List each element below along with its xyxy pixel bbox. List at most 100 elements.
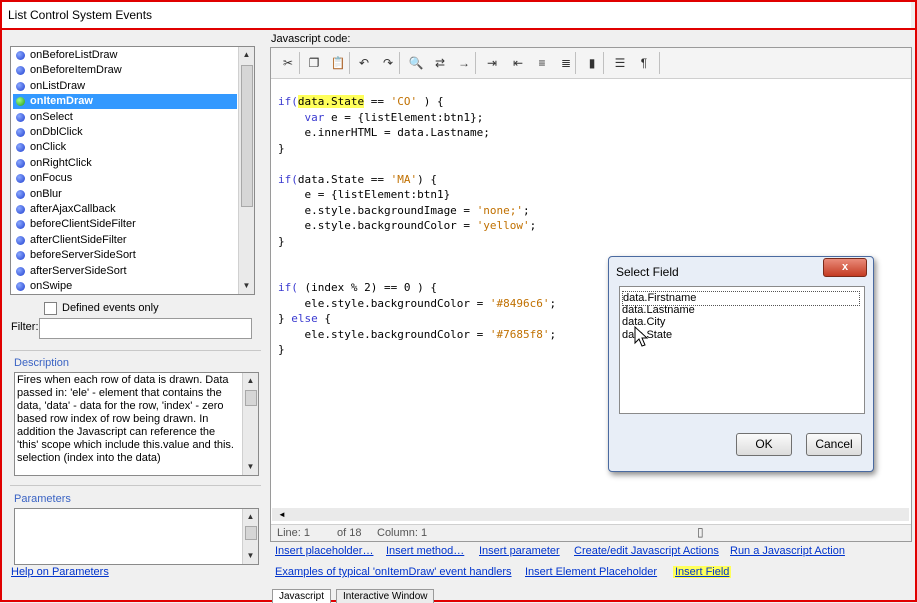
action-link[interactable]: Insert placeholder…: [275, 545, 373, 557]
bookmark-icon[interactable]: ▮: [583, 54, 601, 72]
scroll-left-icon[interactable]: ◄: [278, 508, 286, 521]
undo-icon[interactable]: ↶: [355, 54, 373, 72]
event-item[interactable]: onBeforeListDraw: [13, 48, 237, 63]
event-item-label: onItemDraw: [30, 95, 93, 108]
scroll-thumb[interactable]: [241, 65, 253, 207]
event-item-label: onClick: [30, 141, 67, 154]
code-token: e = {listElement:btn1};: [324, 110, 484, 124]
action-link[interactable]: Insert method…: [386, 545, 464, 557]
event-item-label: beforeClientSideFilter: [30, 218, 136, 231]
description-divider: [10, 350, 261, 351]
event-icon: [16, 266, 25, 276]
parameters-scrollbar[interactable]: ▲ ▼: [242, 509, 258, 564]
code-line: if(data.State == 'CO' ) {: [278, 94, 444, 109]
scroll-up-icon[interactable]: ▲: [243, 373, 258, 388]
event-item[interactable]: onClick: [13, 140, 237, 155]
filter-input[interactable]: [39, 318, 252, 339]
paste-icon[interactable]: 📋: [329, 54, 347, 72]
event-item[interactable]: onFocus: [13, 171, 237, 186]
event-item[interactable]: beforeClientSideFilter: [13, 217, 237, 232]
goto-icon[interactable]: →: [455, 54, 473, 72]
dialog-title: Select Field: [616, 265, 679, 279]
event-item[interactable]: onDblClick: [13, 125, 237, 140]
code-line: }: [278, 342, 285, 357]
field-item[interactable]: data.Lastname: [622, 304, 695, 317]
code-line: e.style.backgroundImage = 'none;';: [278, 203, 530, 218]
event-list[interactable]: ▲ ▼ onBeforeListDraw onBeforeItemDraw onLi…: [10, 46, 255, 295]
action-link[interactable]: Insert parameter: [479, 545, 560, 557]
parameters-box[interactable]: ▲ ▼: [14, 508, 259, 565]
mouse-pointer-icon: [634, 325, 649, 347]
editor-tab[interactable]: Javascript: [272, 589, 332, 603]
code-token: '#7685f8': [489, 327, 550, 341]
event-item-label: onListDraw: [30, 79, 86, 92]
description-scrollbar[interactable]: ▲ ▼: [242, 373, 258, 475]
horizontal-scrollbar[interactable]: ◄: [272, 508, 909, 521]
defined-events-only-label: Defined events only: [62, 302, 159, 314]
scroll-up-icon[interactable]: ▲: [239, 47, 254, 62]
event-item[interactable]: onBlur: [13, 187, 237, 202]
toolbar-separator: [299, 52, 300, 74]
event-item[interactable]: afterClientSideFilter: [13, 233, 237, 248]
scroll-down-icon[interactable]: ▼: [243, 459, 258, 474]
event-item-label: onSelect: [30, 110, 73, 123]
copy-icon[interactable]: ❐: [305, 54, 323, 72]
event-item[interactable]: onItemDraw: [13, 94, 237, 110]
javascript-code-label: Javascript code:: [271, 33, 351, 45]
format-icon[interactable]: ¶: [635, 54, 653, 72]
event-item[interactable]: onListDraw: [13, 79, 237, 94]
scroll-down-icon[interactable]: ▼: [243, 548, 258, 563]
event-item[interactable]: beforeServerSideSort: [13, 248, 237, 263]
event-list-scrollbar[interactable]: ▲ ▼: [238, 47, 254, 294]
event-item-label: onRightClick: [30, 156, 92, 169]
close-button[interactable]: x: [823, 258, 867, 277]
code-line: }: [278, 234, 285, 249]
defined-events-only-checkbox[interactable]: [44, 302, 57, 315]
action-link[interactable]: Examples of typical 'onItemDraw' event h…: [275, 566, 512, 578]
scroll-thumb[interactable]: [245, 526, 257, 540]
redo-icon[interactable]: ↷: [379, 54, 397, 72]
event-icon: [16, 174, 25, 184]
event-item-label: afterClientSideFilter: [30, 233, 127, 246]
event-item[interactable]: afterServerSideSort: [13, 264, 237, 279]
scroll-thumb[interactable]: [245, 390, 257, 406]
code-line: e.innerHTML = data.Lastname;: [278, 125, 490, 140]
list-icon[interactable]: ☰: [611, 54, 629, 72]
cut-icon[interactable]: ✂: [279, 54, 297, 72]
description-box[interactable]: Fires when each row of data is drawn. Da…: [14, 372, 259, 476]
event-item[interactable]: onRightClick: [13, 156, 237, 171]
bottom-tabs: Javascript Interactive Window: [272, 589, 912, 603]
editor-tab[interactable]: Interactive Window: [336, 589, 435, 603]
code-line: ele.style.backgroundColor = '#8496c6';: [278, 296, 556, 311]
action-link[interactable]: Create/edit Javascript Actions: [574, 545, 719, 557]
action-link[interactable]: Run a Javascript Action: [730, 545, 845, 557]
event-item[interactable]: onSwipe: [13, 279, 237, 294]
comment-icon[interactable]: ≡: [533, 54, 551, 72]
code-token: ;: [523, 203, 530, 217]
code-token: data.State: [297, 95, 365, 108]
indent-icon[interactable]: ⇥: [483, 54, 501, 72]
uncomment-icon[interactable]: ≣: [557, 54, 575, 72]
action-link[interactable]: Insert Element Placeholder: [525, 566, 657, 578]
code-token: '#8496c6': [489, 296, 550, 310]
ok-button[interactable]: OK: [736, 433, 792, 456]
event-item[interactable]: onBeforeItemDraw: [13, 63, 237, 78]
event-icon: [16, 66, 25, 76]
help-on-parameters-link[interactable]: Help on Parameters: [11, 566, 109, 578]
toolbar-separator: [575, 52, 576, 74]
field-list[interactable]: data.Firstname data.Lastname data.City data…: [619, 286, 865, 414]
scroll-up-icon[interactable]: ▲: [243, 509, 258, 524]
insert-field-link[interactable]: Insert Field: [673, 566, 732, 578]
window-title: List Control System Events: [8, 8, 153, 22]
find-icon[interactable]: 🔍: [407, 54, 425, 72]
code-token: }: [278, 141, 285, 155]
event-item[interactable]: onSelect: [13, 110, 237, 125]
event-item-label: onDblClick: [30, 126, 83, 138]
scroll-down-icon[interactable]: ▼: [239, 278, 254, 293]
replace-icon[interactable]: ⇄: [431, 54, 449, 72]
event-item[interactable]: afterAjaxCallback: [13, 202, 237, 217]
cancel-button[interactable]: Cancel: [806, 433, 862, 456]
code-token: e.innerHTML = data.Lastname;: [278, 126, 490, 139]
toolbar-separator: [475, 52, 476, 74]
outdent-icon[interactable]: ⇤: [509, 54, 527, 72]
